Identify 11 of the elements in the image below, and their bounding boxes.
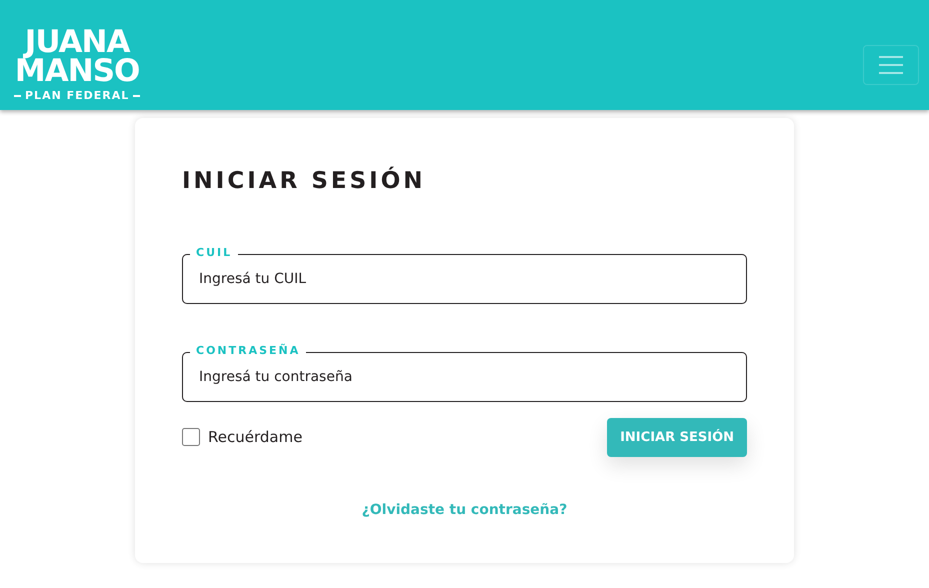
dash-mark — [133, 95, 140, 98]
logo-text: MANSO — [14, 56, 140, 86]
menu-icon — [878, 55, 904, 75]
remember-checkbox[interactable] — [182, 428, 200, 446]
checkbox-label: Recuérdame — [208, 426, 302, 448]
logo-text: JUANA — [24, 28, 130, 57]
forgot-password-link[interactable]: ¿Olvidaste tu contraseña? — [362, 502, 568, 518]
logo-tagline: PLAN FEDERAL — [25, 91, 130, 102]
login-button[interactable]: INICIAR SESIÓN — [607, 418, 747, 458]
dash-mark — [14, 95, 21, 98]
page-title: INICIAR SESIÓN — [182, 168, 427, 196]
